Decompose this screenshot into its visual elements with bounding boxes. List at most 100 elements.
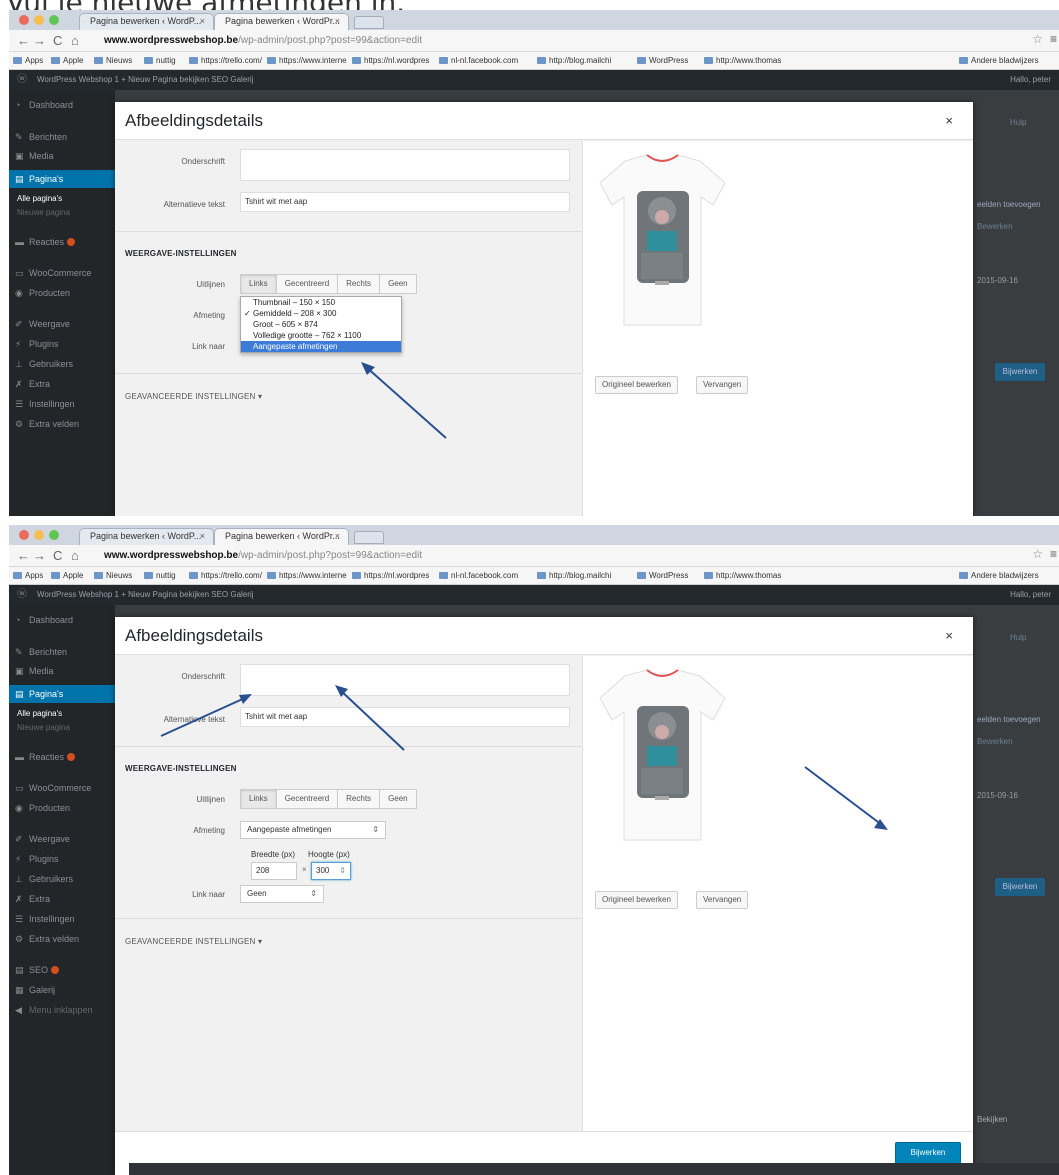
align-none-button[interactable]: Geen [380,790,416,808]
sidebar-sub-alle-paginas[interactable]: Alle pagina's [17,194,62,203]
admin-bar-account[interactable]: Hallo, peter [1010,70,1051,90]
advanced-settings-toggle[interactable]: GEAVANCEERDE INSTELLINGEN ▾ [125,392,262,401]
bookmark[interactable]: https://trello.com/ [189,567,262,584]
admin-bar-items[interactable]: WordPress Webshop 1 + Nieuw Pagina bekij… [37,75,253,84]
sidebar-item-media[interactable]: ▣ Media [15,666,54,677]
replace-button[interactable]: Vervangen [696,891,749,909]
align-left-button[interactable]: Links [241,790,277,808]
sidebar-item-woocommerce[interactable]: ▭ WooCommerce [15,268,91,279]
stepper-icon[interactable]: ⇕ [339,863,346,879]
address-bar[interactable]: www.wordpresswebshop.be/wp-admin/post.ph… [104,548,1029,564]
forward-icon[interactable]: → [33,33,46,48]
edit-link[interactable]: Bewerken [977,737,1013,746]
sidebar-item-extra[interactable]: ✗ Extra [15,379,50,390]
publish-button-behind[interactable]: Bijwerken [995,878,1045,896]
sidebar-sub-nieuwe-pagina[interactable]: Nieuwe pagina [17,208,70,217]
reload-icon[interactable]: C [53,548,62,563]
browser-tab-active[interactable]: Pagina bewerken ‹ WordPr... × [214,528,349,545]
sidebar-item-dashboard[interactable]: ◔ Dashboard [15,100,73,110]
bookmark[interactable]: http://blog.mailchi [537,567,611,584]
sidebar-item-galerij[interactable]: ▦ Galerij [15,985,55,996]
sidebar-item-paginas[interactable]: ▤ Pagina's [9,685,115,703]
home-icon[interactable]: ⌂ [71,548,79,563]
size-option-large[interactable]: Groot – 605 × 874 [241,319,401,330]
browser-tab[interactable]: Pagina bewerken ‹ WordP... × [79,528,214,545]
size-dropdown-menu[interactable]: Thumbnail – 150 × 150 ✓ Gemiddeld – 208 ×… [240,296,402,353]
edit-original-button[interactable]: Origineel bewerken [595,376,678,394]
add-media-fragment[interactable]: eelden toevoegen [977,715,1041,724]
window-controls[interactable] [19,530,59,540]
sidebar-item-reacties[interactable]: ▬ Reacties [15,237,76,247]
help-tab[interactable]: Hulp [1010,118,1026,127]
align-center-button[interactable]: Gecentreerd [277,790,339,808]
sidebar-sub-alle-paginas[interactable]: Alle pagina's [17,709,62,718]
bookmark[interactable]: Apps [13,567,43,584]
alt-text-input[interactable]: Tshirt wit met aap [240,192,570,212]
help-tab[interactable]: Hulp [1010,633,1026,642]
bookmark[interactable]: nuttig [144,567,176,584]
admin-bar-items[interactable]: WordPress Webshop 1 + Nieuw Pagina bekij… [37,590,253,599]
sidebar-item-gebruikers[interactable]: ⊥ Gebruikers [15,874,73,885]
address-bar[interactable]: www.wordpresswebshop.be/wp-admin/post.ph… [104,33,1029,49]
replace-button[interactable]: Vervangen [696,376,749,394]
new-tab-button[interactable] [354,531,384,544]
sidebar-item-producten[interactable]: ◉ Producten [15,288,70,299]
wordpress-logo-icon[interactable]: ⓦ [17,585,27,605]
add-media-fragment[interactable]: eelden toevoegen [977,200,1041,209]
close-icon[interactable]: × [945,113,953,128]
sidebar-item-seo[interactable]: ▤ SEO [15,965,60,976]
star-icon[interactable]: ☆ [1032,32,1043,46]
bookmark[interactable]: nuttig [144,52,176,69]
link-to-select[interactable]: Geen ⇕ [240,885,324,903]
size-option-medium[interactable]: ✓ Gemiddeld – 208 × 300 [241,308,401,319]
size-option-thumbnail[interactable]: Thumbnail – 150 × 150 [241,297,401,308]
sidebar-item-instellingen[interactable]: ☰ Instellingen [15,914,75,925]
sidebar-item-plugins[interactable]: ⚡ Plugins [15,854,59,865]
sidebar-item-berichten[interactable]: ✎ Berichten [15,132,67,143]
close-icon[interactable]: × [945,628,953,643]
bookmark[interactable]: WordPress [637,567,688,584]
close-icon[interactable]: × [335,529,340,544]
new-tab-button[interactable] [354,16,384,29]
sidebar-item-plugins[interactable]: ⚡ Plugins [15,339,59,350]
bookmark[interactable]: WordPress [637,52,688,69]
back-icon[interactable]: ← [17,33,30,48]
close-icon[interactable]: × [200,14,205,29]
bookmark[interactable]: https://nl.wordpres [352,567,429,584]
bookmark[interactable]: nl-nl.facebook.com [439,52,518,69]
bookmark[interactable]: nl-nl.facebook.com [439,567,518,584]
align-none-button[interactable]: Geen [380,275,416,293]
align-center-button[interactable]: Gecentreerd [277,275,339,293]
width-input[interactable]: 208 [251,862,297,880]
bookmark[interactable]: http://www.thomas [704,567,781,584]
bookmark[interactable]: http://blog.mailchi [537,52,611,69]
alt-text-input[interactable]: Tshirt wit met aap [240,707,570,727]
sidebar-item-instellingen[interactable]: ☰ Instellingen [15,399,75,410]
reload-icon[interactable]: C [53,33,62,48]
menu-icon[interactable]: ≡ [1050,32,1057,46]
forward-icon[interactable]: → [33,548,46,563]
bookmark[interactable]: Apple [51,52,83,69]
browser-tab-active[interactable]: Pagina bewerken ‹ WordPr... × [214,13,349,30]
bookmark[interactable]: Andere bladwijzers [959,52,1039,69]
sidebar-item-producten[interactable]: ◉ Producten [15,803,70,814]
sidebar-item-extra[interactable]: ✗ Extra [15,894,50,905]
size-option-custom[interactable]: Aangepaste afmetingen [241,341,401,352]
size-option-full[interactable]: Volledige grootte – 762 × 1100 [241,330,401,341]
sidebar-item-gebruikers[interactable]: ⊥ Gebruikers [15,359,73,370]
sidebar-item-extra-velden[interactable]: ⚙ Extra velden [15,419,79,430]
publish-button-behind[interactable]: Bijwerken [995,363,1045,381]
sidebar-item-weergave[interactable]: ✐ Weergave [15,834,70,845]
size-select[interactable]: Aangepaste afmetingen ⇕ [240,821,386,839]
bookmark[interactable]: https://trello.com/ [189,52,262,69]
update-button[interactable]: Bijwerken [895,1142,961,1164]
bookmark[interactable]: Nieuws [94,567,132,584]
align-right-button[interactable]: Rechts [338,275,381,293]
star-icon[interactable]: ☆ [1032,547,1043,561]
close-icon[interactable]: × [200,529,205,544]
edit-link[interactable]: Bewerken [977,222,1013,231]
bookmark[interactable]: https://nl.wordpres [352,52,429,69]
sidebar-item-reacties[interactable]: ▬ Reacties [15,752,76,762]
sidebar-sub-nieuwe-pagina[interactable]: Nieuwe pagina [17,723,70,732]
sidebar-item-weergave[interactable]: ✐ Weergave [15,319,70,330]
